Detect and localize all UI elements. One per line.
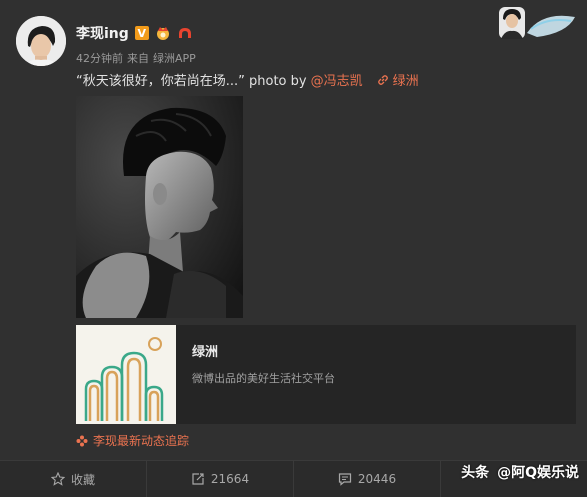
track-updates-label: 李现最新动态追踪	[93, 434, 190, 448]
track-updates-link[interactable]: 李现最新动态追踪	[76, 432, 189, 449]
post-text: “秋天该很好，你若尚在场...” photo by @冯志凯 绿洲	[76, 70, 419, 89]
source-prefix: 来自	[127, 52, 149, 65]
link-title: 绿洲	[192, 345, 219, 360]
location-label: 绿洲	[392, 74, 419, 89]
location-link[interactable]: 绿洲	[377, 70, 419, 89]
repost-icon	[192, 473, 204, 485]
favorite-label: 收藏	[70, 472, 95, 487]
favorite-button[interactable]: 收藏	[0, 461, 147, 497]
watermark: 头条 @阿Q娱乐说	[461, 462, 579, 482]
post-time[interactable]: 42分钟前	[76, 50, 123, 66]
post-photo[interactable]	[76, 96, 243, 318]
mention-link[interactable]: @冯志凯	[311, 70, 363, 89]
link-description: 微博出品的美好生活社交平台	[192, 372, 335, 385]
weibo-post-card: 李现ing V 42分钟前 来自 绿洲APP “秋天该很好，你若尚在场...” …	[0, 0, 587, 497]
post-meta: 42分钟前 来自 绿洲APP	[76, 50, 196, 66]
watermark-platform: 头条	[461, 465, 490, 481]
repost-button[interactable]: 21664	[147, 461, 294, 497]
crown-badge-icon[interactable]	[155, 25, 171, 41]
super-fan-badge-icon[interactable]	[177, 25, 193, 41]
app-thumbnail	[76, 325, 176, 424]
user-avatar[interactable]	[16, 16, 66, 66]
comment-button[interactable]: 20446	[294, 461, 441, 497]
link-icon	[377, 74, 388, 85]
card-decoration-image	[497, 3, 577, 41]
name-row: 李现ing V	[76, 22, 193, 44]
watermark-account: @阿Q娱乐说	[497, 465, 579, 481]
repost-count: 21664	[210, 472, 250, 486]
comment-icon	[338, 473, 352, 486]
user-name[interactable]: 李现ing	[76, 23, 129, 43]
flower-icon	[76, 435, 88, 446]
post-source[interactable]: 绿洲APP	[153, 50, 196, 66]
comment-count: 20446	[357, 472, 397, 486]
link-info: 绿洲 微博出品的美好生活社交平台	[176, 325, 351, 424]
verified-v-icon[interactable]: V	[134, 26, 149, 40]
post-body: “秋天该很好，你若尚在场...” photo by	[76, 74, 307, 89]
star-icon	[50, 472, 65, 486]
app-link-card[interactable]: 绿洲 微博出品的美好生活社交平台	[76, 325, 576, 424]
